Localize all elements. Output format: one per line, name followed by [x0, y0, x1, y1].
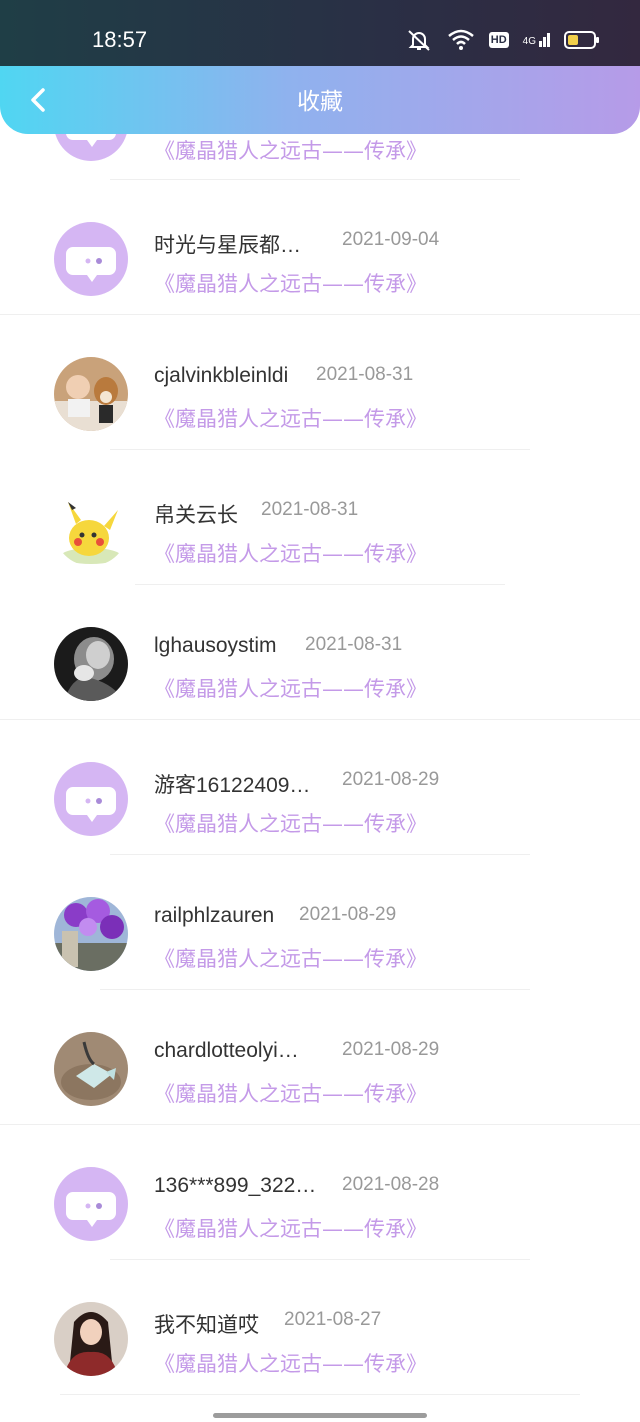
favorite-date: 2021-08-28	[342, 1174, 440, 1195]
list-item[interactable]: chardlotteolyi… 2021-08-29 《魔晶猎人之远古——传承》	[0, 990, 640, 1125]
list-item[interactable]: 时光与星辰都… 2021-09-04 《魔晶猎人之远古——传承》	[0, 180, 640, 315]
favorite-date: 2021-08-29	[299, 904, 397, 925]
avatar	[54, 897, 128, 971]
header-bar: 收藏	[0, 66, 640, 134]
list-item[interactable]: railphlzauren 2021-08-29 《魔晶猎人之远古——传承》	[0, 855, 640, 990]
user-name: chardlotteolyi…	[154, 1039, 299, 1062]
avatar	[54, 1032, 128, 1106]
favorite-book-title[interactable]: 《魔晶猎人之远古——传承》	[154, 808, 427, 838]
favorite-date: 2021-08-31	[261, 499, 359, 520]
favorite-book-title[interactable]: 《魔晶猎人之远古——传承》	[154, 1213, 427, 1243]
favorite-book-title[interactable]: 《魔晶猎人之远古——传承》	[154, 135, 427, 165]
pikachu-icon	[54, 492, 128, 566]
favorite-date: 2021-08-27	[284, 1309, 382, 1330]
list-item[interactable]: lghausoystim 2021-08-31 《魔晶猎人之远古——传承》	[0, 585, 640, 720]
favorite-book-title[interactable]: 《魔晶猎人之远古——传承》	[154, 538, 427, 568]
user-photo-icon	[54, 1032, 128, 1106]
divider	[60, 1394, 580, 1395]
favorite-book-title[interactable]: 《魔晶猎人之远古——传承》	[154, 1078, 427, 1108]
user-photo-icon	[54, 897, 128, 971]
user-name: 136***899_322…	[154, 1174, 317, 1197]
user-name: lghausoystim	[154, 634, 277, 657]
hd-badge-icon: HD	[488, 32, 509, 48]
chat-bubble-icon	[66, 1192, 116, 1227]
avatar	[54, 1167, 128, 1241]
list-item[interactable]: 游客16122409… 2021-08-29 《魔晶猎人之远古——传承》	[0, 720, 640, 855]
network-type-label: 4G	[522, 36, 536, 47]
user-name: 我不知道哎	[154, 1314, 259, 1337]
battery-icon	[564, 31, 599, 49]
favorite-book-title[interactable]: 《魔晶猎人之远古——传承》	[154, 673, 427, 703]
user-name: 时光与星辰都…	[154, 234, 301, 257]
avatar	[54, 762, 128, 836]
user-name: cjalvinkbleinldi	[154, 364, 289, 387]
list-item[interactable]: 我不知道哎 2021-08-27 《魔晶猎人之远古——传承》	[0, 1260, 640, 1395]
status-icons: HD 4G	[405, 28, 600, 52]
chat-bubble-icon	[66, 787, 116, 822]
chat-bubble-icon	[66, 247, 116, 282]
list-item[interactable]: cjalvinkbleinldi 2021-08-31 《魔晶猎人之远古——传承…	[0, 315, 640, 450]
user-name: 帛关云长	[154, 504, 238, 527]
list-item[interactable]: 136***899_322… 2021-08-28 《魔晶猎人之远古——传承》	[0, 1125, 640, 1260]
user-photo-icon	[54, 1302, 128, 1376]
list-item[interactable]: 帛关云长 2021-08-31 《魔晶猎人之远古——传承》	[0, 450, 640, 585]
favorite-date: 2021-08-31	[305, 634, 403, 655]
home-indicator[interactable]	[213, 1413, 427, 1418]
favorite-date: 2021-08-29	[342, 769, 440, 790]
user-photo-icon	[54, 357, 128, 431]
user-name: railphlzauren	[154, 904, 275, 927]
favorite-book-title[interactable]: 《魔晶猎人之远古——传承》	[154, 943, 427, 973]
signal-icon: 4G	[523, 33, 550, 47]
avatar	[54, 222, 128, 296]
status-time: 18:57	[92, 27, 148, 52]
avatar	[54, 627, 128, 701]
avatar	[54, 492, 128, 566]
favorite-date: 2021-08-31	[316, 364, 414, 385]
favorite-book-title[interactable]: 《魔晶猎人之远古——传承》	[154, 403, 427, 433]
favorite-date: 2021-09-04	[342, 229, 440, 250]
mute-bell-icon	[408, 30, 430, 51]
user-photo-icon	[54, 627, 128, 701]
wifi-icon	[447, 29, 474, 50]
favorite-date: 2021-08-29	[342, 1039, 440, 1060]
avatar	[54, 1302, 128, 1376]
page-title: 收藏	[297, 89, 343, 115]
favorite-book-title[interactable]: 《魔晶猎人之远古——传承》	[154, 1348, 427, 1378]
favorite-book-title[interactable]: 《魔晶猎人之远古——传承》	[154, 268, 427, 298]
avatar	[54, 357, 128, 431]
user-name: 游客16122409…	[154, 774, 311, 797]
